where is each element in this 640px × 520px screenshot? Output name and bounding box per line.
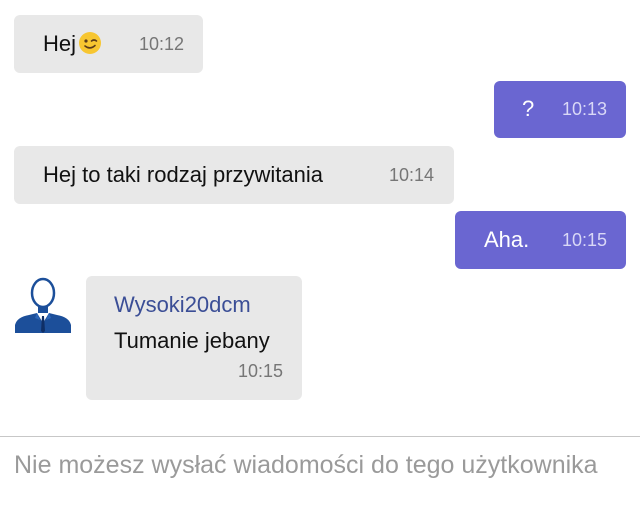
outgoing-message-bubble[interactable]: ? 10:13 (494, 81, 626, 138)
sender-avatar[interactable] (13, 275, 73, 335)
message-text: Hej (43, 31, 102, 57)
message-text: Hej to taki rodzaj przywitania (43, 162, 324, 187)
incoming-message-bubble[interactable]: Hej to taki rodzaj przywitania 10:14 (14, 146, 454, 204)
message-time: 10:15 (562, 230, 608, 250)
composer-disabled-notice: Nie możesz wysłać wiadomości do tego uży… (14, 451, 598, 479)
user-silhouette-icon (15, 277, 71, 333)
sender-name[interactable]: Wysoki20dcm (114, 292, 251, 318)
message-time: 10:13 (562, 99, 608, 119)
message-text: Tumanie jebany (114, 328, 270, 353)
message-time: 10:12 (139, 34, 185, 54)
composer-divider (0, 436, 640, 437)
message-text: Aha. (484, 227, 530, 252)
message-time: 10:14 (389, 165, 435, 185)
incoming-message-bubble[interactable]: Hej 10:12 (14, 15, 203, 73)
outgoing-message-bubble[interactable]: Aha. 10:15 (455, 211, 626, 269)
incoming-message-bubble[interactable]: Wysoki20dcm Tumanie jebany 10:15 (86, 276, 302, 400)
message-time: 10:15 (238, 361, 284, 381)
winking-face-icon (79, 32, 102, 54)
message-list[interactable]: Hej 10:12 ? 10:13 Hej to taki rodzaj prz… (0, 0, 640, 436)
message-text: ? (522, 96, 535, 121)
